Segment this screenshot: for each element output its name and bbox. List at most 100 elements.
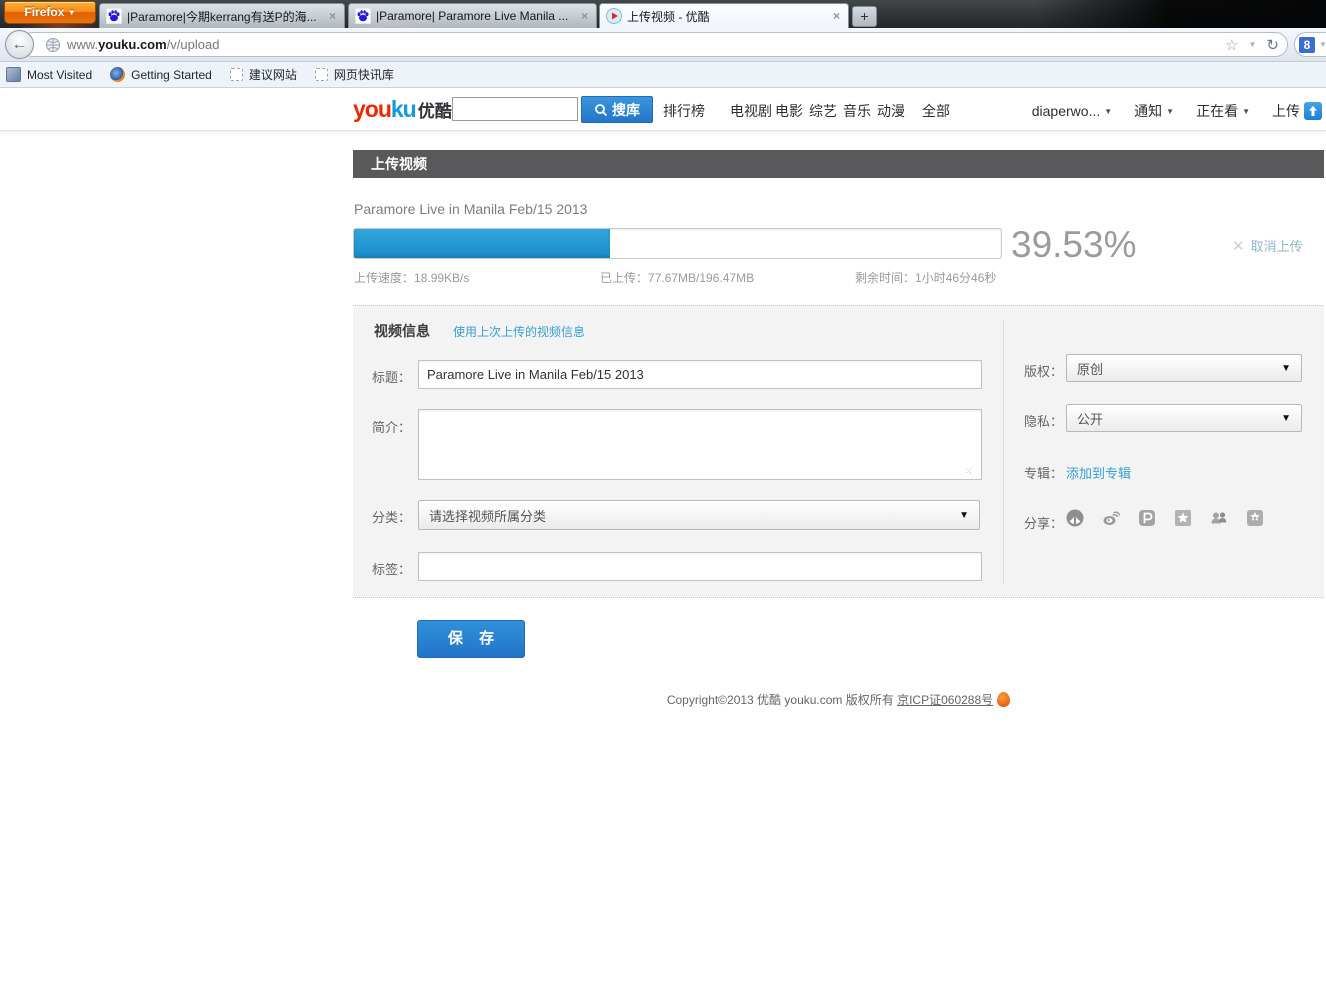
chevron-down-icon: ▼ (959, 509, 969, 521)
tab-upload-video-active[interactable]: 上传视频 - 优酷 × (599, 3, 849, 28)
tab-paramore-kerrang[interactable]: |Paramore|今期kerrang有送P的海... × (99, 3, 345, 28)
reload-icon[interactable]: ↻ (1266, 36, 1279, 54)
close-icon[interactable]: × (831, 9, 842, 23)
search-engine-box[interactable]: 8 ▼ (1294, 32, 1326, 57)
youku-logo[interactable]: youku 优酷 (353, 96, 452, 123)
pengyou-icon[interactable] (1138, 509, 1156, 527)
close-icon[interactable]: × (579, 9, 590, 23)
youku-header: youku 优酷 搜库 排行榜 电视剧 电影 综艺 音乐 动漫 全部 diaper… (0, 88, 1326, 131)
site-search-button[interactable]: 搜库 (581, 96, 653, 123)
watching-menu[interactable]: 正在看 ▼ (1196, 101, 1250, 121)
url-bar[interactable]: www. youku.com/v/upload ☆ ▼ ↻ (20, 32, 1288, 57)
weibo-icon[interactable] (1102, 509, 1120, 527)
renren-icon[interactable] (1066, 509, 1084, 527)
tab-title: 上传视频 - 优酷 (627, 9, 710, 24)
firefox-menu-button[interactable]: Firefox ▼ (4, 1, 96, 24)
album-label: 专辑： (1024, 466, 1064, 481)
chevron-down-icon: ▼ (1281, 362, 1291, 374)
chevron-down-icon: ▼ (67, 8, 76, 17)
watching-label: 正在看 (1196, 103, 1239, 119)
url-domain: youku.com (98, 37, 167, 52)
firefox-logo-icon (110, 67, 126, 82)
bookmarks-toolbar: Most Visited Getting Started 建议网站 网页快讯库 (0, 62, 1326, 88)
logo-chinese: 优酷 (417, 102, 452, 121)
new-tab-button[interactable]: + (852, 6, 877, 27)
upload-link[interactable]: 上传 (1272, 101, 1322, 121)
nav-anime[interactable]: 动漫 (877, 101, 905, 121)
bookmark-label: Getting Started (131, 67, 212, 82)
cancel-upload-button[interactable]: ✕ 取消上传 (1232, 236, 1303, 255)
logo-ku: ku (390, 96, 417, 122)
kaixin-icon[interactable] (1246, 509, 1264, 527)
qq-friends-icon[interactable] (1210, 509, 1228, 527)
url-path: /v/upload (166, 37, 220, 52)
baidu-paw-icon (355, 8, 371, 24)
uploaded-amount: 已上传：77.67MB/196.47MB (600, 269, 754, 286)
bookmark-most-visited[interactable]: Most Visited (6, 67, 92, 82)
nav-tv-series[interactable]: 电视剧 (730, 101, 772, 121)
video-info-section: 视频信息 使用上次上传的视频信息 标题： 简介： ⁙ 分类： 请选择视频所属分类… (353, 305, 1324, 598)
tab-paramore-live-manila[interactable]: |Paramore| Paramore Live Manila ... × (348, 3, 597, 28)
nav-music[interactable]: 音乐 (843, 101, 871, 121)
notifications-menu[interactable]: 通知 ▼ (1134, 101, 1174, 121)
progress-bar-track (353, 228, 1002, 259)
time-remaining: 剩余时间：1小时46分46秒 (855, 269, 996, 286)
video-info-title: 视频信息 (374, 323, 430, 339)
qzone-icon[interactable] (1174, 509, 1192, 527)
reuse-last-info-link[interactable]: 使用上次上传的视频信息 (453, 323, 585, 340)
upload-section-title: 上传视频 (371, 156, 427, 172)
firefox-menu-label: Firefox (24, 5, 65, 19)
bookmark-suggested-sites[interactable]: 建议网站 (229, 66, 297, 83)
back-button[interactable]: ← (5, 30, 34, 59)
url-dropdown-icon[interactable]: ▼ (1249, 40, 1257, 49)
privacy-value: 公开 (1077, 411, 1104, 427)
category-select[interactable]: 请选择视频所属分类 ▼ (418, 500, 980, 530)
tags-label: 标签： (371, 562, 411, 577)
privacy-select[interactable]: 公开 ▼ (1066, 404, 1302, 432)
copyright-select[interactable]: 原创 ▼ (1066, 354, 1302, 382)
window-titlebar: Firefox ▼ |Paramore|今期kerrang有送P的海... × … (0, 0, 1326, 28)
bookmark-star-icon[interactable]: ☆ (1225, 36, 1238, 54)
chevron-down-icon: ▼ (1166, 106, 1175, 116)
cancel-upload-label: 取消上传 (1250, 239, 1303, 254)
page-footer: Copyright©2013 优酷 youku.com 版权所有 京ICP证06… (353, 691, 1324, 708)
nav-variety[interactable]: 综艺 (809, 101, 837, 121)
site-search-input[interactable] (452, 97, 578, 121)
upload-label: 上传 (1272, 103, 1300, 119)
progress-bar-fill (354, 229, 610, 258)
uploaded-value: 77.67MB/196.47MB (648, 271, 755, 285)
uploading-video-title: Paramore Live in Manila Feb/15 2013 (354, 201, 588, 217)
save-button[interactable]: 保 存 (417, 620, 525, 658)
nav-movies[interactable]: 电影 (775, 101, 803, 121)
close-icon[interactable]: × (327, 9, 338, 23)
upload-section-bar: 上传视频 (353, 150, 1324, 178)
tags-input[interactable] (418, 552, 982, 581)
chevron-down-icon: ▼ (1281, 412, 1291, 424)
nav-all[interactable]: 全部 (922, 101, 950, 121)
category-label: 分类： (371, 510, 411, 525)
copyright-label: 版权： (1024, 364, 1064, 379)
chevron-down-icon: ▼ (1104, 106, 1113, 116)
bookmark-label: 建议网站 (248, 68, 297, 82)
title-input[interactable] (418, 360, 982, 389)
bookmark-getting-started[interactable]: Getting Started (110, 67, 212, 82)
bookmark-label: 网页快讯库 (333, 68, 394, 82)
description-textarea[interactable] (418, 409, 982, 480)
tab-title: |Paramore|今期kerrang有送P的海... (127, 9, 317, 24)
navigation-toolbar: ← www. youku.com/v/upload ☆ ▼ ↻ 8 ▼ (0, 28, 1326, 62)
vertical-divider (1003, 320, 1004, 583)
icp-license-link[interactable]: 京ICP证060288号 (897, 693, 993, 707)
folder-placeholder-icon (314, 68, 328, 81)
nav-ranking[interactable]: 排行榜 (663, 101, 705, 121)
add-to-album-link[interactable]: 添加到专辑 (1066, 463, 1131, 482)
logo-you: you (353, 96, 392, 122)
user-menu[interactable]: diaperwo... ▼ (1032, 103, 1112, 119)
title-label: 标题： (371, 370, 411, 385)
bookmark-web-feeds[interactable]: 网页快讯库 (314, 66, 394, 83)
notifications-label: 通知 (1134, 103, 1163, 119)
bookmark-label: Most Visited (27, 67, 93, 82)
search-engine-dropdown-icon[interactable]: ▼ (1319, 40, 1326, 49)
share-icons-row (1066, 509, 1264, 527)
resize-grip-icon[interactable]: ⁙ (965, 466, 974, 477)
most-visited-icon (6, 67, 21, 82)
